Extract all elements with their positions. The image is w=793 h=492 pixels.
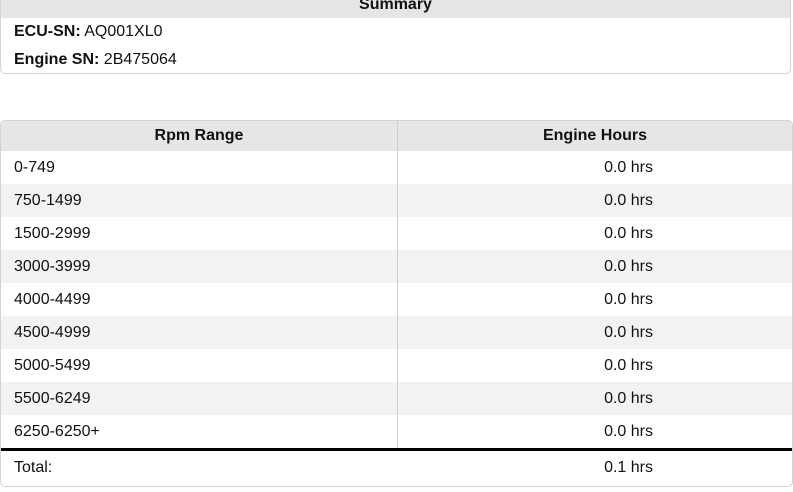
table-row: 3000-3999 0.0 hrs (1, 250, 792, 283)
rpm-range-cell: 4000-4499 (1, 283, 398, 316)
summary-title: Summary (1, 0, 790, 18)
table-row: 5000-5499 0.0 hrs (1, 349, 792, 382)
engine-hours-cell: 0.0 hrs (397, 382, 792, 415)
engine-sn-line: Engine SN: 2B475064 (1, 46, 790, 73)
engine-hours-table: Rpm Range Engine Hours 0-749 0.0 hrs 750… (0, 120, 793, 487)
rpm-range-cell: 6250-6250+ (1, 415, 398, 450)
table-header-row: Rpm Range Engine Hours (1, 121, 792, 151)
table-row: 1500-2999 0.0 hrs (1, 217, 792, 250)
ecu-sn-value: AQ001XL0 (84, 23, 163, 40)
ecu-sn-line: ECU-SN: AQ001XL0 (1, 18, 790, 46)
summary-panel: Summary ECU-SN: AQ001XL0 Engine SN: 2B47… (0, 0, 791, 74)
rpm-hours-table: Rpm Range Engine Hours 0-749 0.0 hrs 750… (1, 121, 792, 485)
engine-hours-cell: 0.0 hrs (397, 184, 792, 217)
table-row: 4500-4999 0.0 hrs (1, 316, 792, 349)
table-row: 6250-6250+ 0.0 hrs (1, 415, 792, 450)
total-label: Total: (1, 448, 398, 485)
rpm-range-cell: 4500-4999 (1, 316, 398, 349)
rpm-range-header: Rpm Range (1, 121, 398, 151)
engine-sn-value: 2B475064 (103, 51, 177, 68)
engine-hours-cell: 0.0 hrs (397, 250, 792, 283)
total-value: 0.1 hrs (397, 448, 792, 485)
engine-hours-cell: 0.0 hrs (604, 158, 653, 176)
rpm-range-cell: 5500-6249 (1, 382, 398, 415)
engine-hours-cell: 0.0 hrs (604, 290, 653, 308)
engine-hours-header: Engine Hours (397, 121, 792, 151)
engine-hours-cell: 0.0 hrs (604, 224, 653, 242)
engine-hours-cell: 0.0 hrs (604, 422, 653, 440)
ecu-sn-label: ECU-SN: (14, 23, 81, 40)
table-row: 750-1499 0.0 hrs (1, 184, 792, 217)
total-row: Total: 0.1 hrs (1, 448, 792, 485)
rpm-range-cell: 0-749 (1, 151, 398, 184)
rpm-range-cell: 5000-5499 (1, 349, 398, 382)
table-row: 5500-6249 0.0 hrs (1, 382, 792, 415)
rpm-range-cell: 750-1499 (1, 184, 398, 217)
table-row: 4000-4499 0.0 hrs (1, 283, 792, 316)
engine-hours-cell: 0.0 hrs (604, 356, 653, 374)
table-row: 0-749 0.0 hrs (1, 151, 792, 184)
rpm-range-cell: 3000-3999 (1, 250, 398, 283)
engine-sn-label: Engine SN: (14, 51, 100, 68)
rpm-range-cell: 1500-2999 (1, 217, 398, 250)
engine-hours-cell: 0.0 hrs (397, 316, 792, 349)
